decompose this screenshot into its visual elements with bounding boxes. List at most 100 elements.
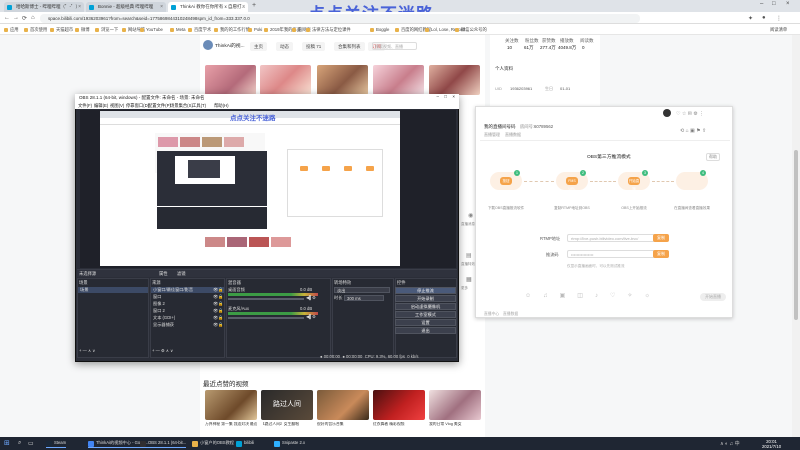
bookmark-item[interactable]: 法律方法与定位课件 <box>306 27 351 33</box>
obs-menu-item[interactable]: 视图(V) <box>110 103 124 109</box>
bookmark-item[interactable]: 我的的工作行情 <box>214 27 250 33</box>
add-icon[interactable]: + — ∧ ∨ <box>79 348 95 353</box>
taskbar-app[interactable]: OBS 28.1.1 (64-bit... <box>140 440 187 448</box>
avatar[interactable] <box>663 109 671 117</box>
video-title[interactable]: 我的日常 Vlog 美女 <box>429 422 481 427</box>
reload-icon[interactable]: ⟳ <box>22 15 27 22</box>
bookmark-item[interactable]: 天猫超市 <box>50 27 73 33</box>
bookmark-item[interactable]: Poki <box>248 27 262 32</box>
nav-home[interactable]: 主页 <box>250 42 267 51</box>
tray-icons[interactable]: ∧ ◐ ♫ 中 <box>720 440 740 447</box>
close-icon[interactable]: × <box>452 94 455 99</box>
taskbar-app[interactable]: bilibili <box>236 440 254 448</box>
search-icon[interactable]: ⌕ <box>18 440 21 447</box>
video-thumbnail[interactable] <box>317 65 368 95</box>
volume-slider[interactable] <box>228 298 304 300</box>
home-icon[interactable]: ⌂ <box>31 15 35 21</box>
visibility-lock-icon[interactable]: 👁🔒 <box>213 315 224 321</box>
visibility-lock-icon[interactable]: 👁🔒 <box>213 322 224 328</box>
bookmark-item[interactable]: YouTube <box>140 27 163 32</box>
browser-tab-active[interactable]: ThinkAi 教你在你所有 x 自愿打... × <box>168 2 248 12</box>
start-recording-button[interactable]: 开始录制 <box>395 295 456 302</box>
duration-input[interactable]: 300 ms <box>344 295 384 301</box>
source-item[interactable]: 文本 (GDI+) 👁🔒 <box>151 315 224 321</box>
top-icons[interactable]: ♡ ☆ ✉ ⚙ ⋮ <box>676 111 704 117</box>
back-arrow-icon[interactable]: ← <box>4 15 10 21</box>
video-title[interactable]: 万界神秘 第一集 我连对决 最近的情侣 <box>205 422 257 427</box>
settings-button[interactable]: 设置 <box>395 319 456 326</box>
visibility-lock-icon[interactable]: 👁🔒 <box>213 294 224 300</box>
virtual-camera-button[interactable]: 启动虚拟摄像机 <box>395 303 456 310</box>
bookmark-item[interactable]: 百度学术 <box>188 27 211 33</box>
nav-dynamic[interactable]: 动态 <box>276 42 293 51</box>
source-item[interactable]: 窗口 2 👁🔒 <box>151 308 224 314</box>
channel-name[interactable]: ThinkAi的视... <box>215 42 245 49</box>
video-thumbnail[interactable] <box>373 65 424 95</box>
video-thumbnail[interactable] <box>373 390 425 420</box>
toolbar-icons[interactable]: ⟲ ⌂ ▣ ⚑ ⇪ <box>680 128 706 134</box>
video-thumbnail[interactable] <box>205 65 256 95</box>
scrollbar-thumb[interactable] <box>794 150 798 320</box>
minimize-icon[interactable]: – <box>436 94 439 99</box>
speaker-icon[interactable]: ◀▌⚙ <box>306 314 316 319</box>
source-item[interactable]: 小窗口/最佳窗口/影音 👁🔒 <box>151 287 224 293</box>
side-icon[interactable]: ◉ <box>468 212 473 219</box>
forward-arrow-icon[interactable]: → <box>13 15 19 21</box>
url-input[interactable]: space.bilibili.com/1936203961?from=searc… <box>40 14 640 23</box>
bookmark-item[interactable]: 首次使用 <box>24 27 47 33</box>
browser-tab[interactable]: 哈哈斯博士 - 哔哩哔哩（゜-゜） × <box>4 2 84 12</box>
space-search-input[interactable]: 搜索视频、直播 <box>372 42 417 50</box>
visibility-lock-icon[interactable]: 👁🔒 <box>213 301 224 307</box>
minimize-icon[interactable]: – <box>760 1 763 7</box>
bookmark-item[interactable]: 微博 <box>75 27 90 33</box>
profile-icon[interactable]: ● <box>762 15 766 21</box>
nav-collections[interactable]: 合集和列表 <box>334 42 365 51</box>
obs-menu-item[interactable]: 文件(F) <box>78 103 92 109</box>
copy-key-button[interactable]: 复制 <box>653 250 669 258</box>
maximize-icon[interactable]: □ <box>772 1 776 7</box>
bookmark-item[interactable]: Meta <box>170 27 186 32</box>
filters-button[interactable]: 滤镜 <box>177 271 186 277</box>
live-tag[interactable]: 直播数据 <box>505 132 521 138</box>
exit-button[interactable]: 退出 <box>395 327 456 334</box>
transition-select[interactable]: 淡出 <box>334 287 390 293</box>
live-tag[interactable]: 直播管理 <box>484 132 500 138</box>
close-icon[interactable]: × <box>78 4 81 10</box>
bookmark-item[interactable]: 应用 <box>4 27 19 33</box>
bookmark-item[interactable]: Boggle <box>370 27 389 32</box>
video-thumbnail[interactable]: 路过人间 <box>261 390 313 420</box>
bottom-tool-icons[interactable]: ☺♫▣◫♪♡✧☼ <box>525 292 662 299</box>
video-thumbnail[interactable] <box>260 65 311 95</box>
taskbar-app[interactable]: Snipaste 2.x <box>274 440 305 448</box>
copy-rtmp-button[interactable]: 复制 <box>653 234 669 242</box>
video-thumbnail[interactable] <box>429 390 481 420</box>
obs-menu-item[interactable]: 场景集合(S) <box>170 103 193 109</box>
bookmark-item[interactable]: 微信公众号的 <box>455 27 487 33</box>
avatar[interactable] <box>203 40 213 50</box>
rtmp-address-input[interactable]: rtmp://live-push.bilivideo.com/live-bvc/ <box>567 234 655 242</box>
maximize-icon[interactable]: □ <box>444 94 447 99</box>
volume-slider[interactable] <box>228 317 304 319</box>
studio-mode-button[interactable]: 工作室模式 <box>395 311 456 318</box>
obs-menu-item[interactable]: 停靠窗口(D) <box>126 103 149 109</box>
video-title[interactable]: 【路过人间】女生翻唱 <box>261 422 313 427</box>
menu-dots-icon[interactable]: ⋮ <box>776 15 782 22</box>
scene-item[interactable]: 场景 <box>78 287 148 293</box>
speaker-icon[interactable]: ◀▌⚙ <box>306 295 316 300</box>
nav-uploads[interactable]: 投稿 71 <box>302 42 326 51</box>
obs-menu-item[interactable]: 工具(T) <box>192 103 206 109</box>
footer-link[interactable]: 直播中心 <box>484 312 499 317</box>
stop-streaming-button[interactable]: 停止推流 <box>395 287 456 294</box>
visibility-lock-icon[interactable]: 👁🔒 <box>213 308 224 314</box>
help-button[interactable]: 帮助 <box>706 153 720 161</box>
source-item[interactable]: 显示器捕获 👁🔒 <box>151 322 224 328</box>
video-title[interactable]: 红衣舞者 精彩视频 <box>373 422 425 427</box>
side-icon[interactable]: ▤ <box>466 252 472 259</box>
bookmark-item[interactable]: 浏览一下 <box>95 27 118 33</box>
video-thumbnail[interactable] <box>205 390 257 420</box>
close-icon[interactable]: × <box>160 4 163 10</box>
obs-menu-item[interactable]: 配置文件(P) <box>148 103 171 109</box>
video-title[interactable]: 很好的音乐合集 <box>317 422 369 427</box>
browser-tab[interactable]: Bonnie - 超级经典 哔哩哔哩 × <box>86 2 166 12</box>
obs-menu-item[interactable]: 帮助(H) <box>214 103 229 109</box>
